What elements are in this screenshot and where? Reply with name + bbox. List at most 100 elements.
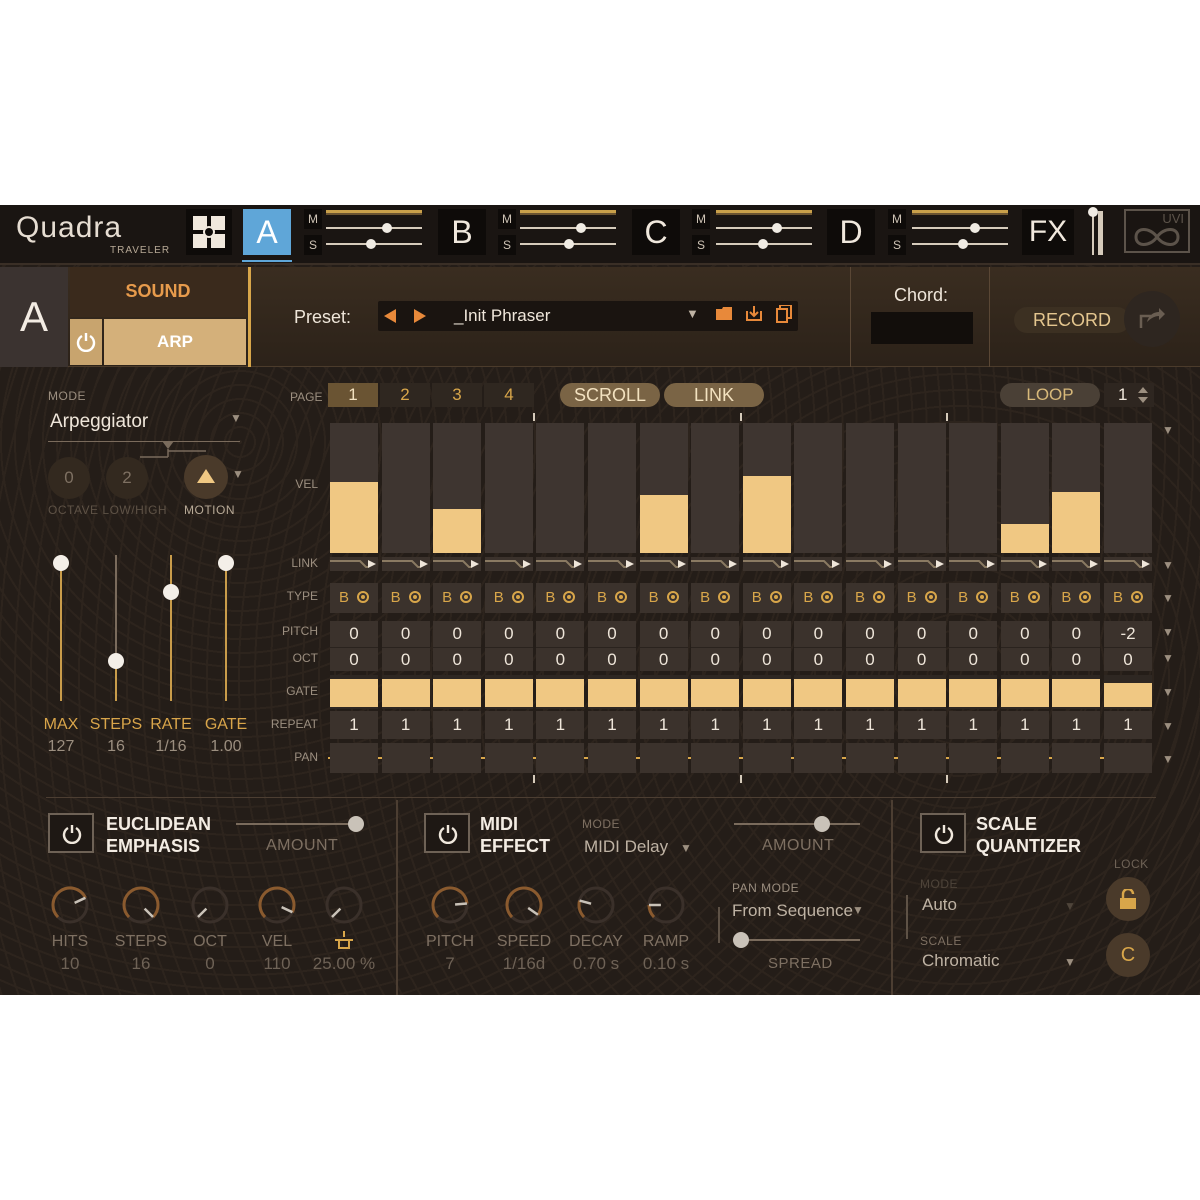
gate-step[interactable]	[536, 675, 585, 709]
midi-effect-knob-1[interactable]	[502, 883, 546, 927]
repeat-step[interactable]: 1	[639, 711, 688, 739]
type-step[interactable]: B	[588, 583, 636, 613]
pitch-step[interactable]: 0	[897, 621, 946, 647]
scroll-button[interactable]: SCROLL	[560, 383, 660, 407]
oct-step[interactable]: 0	[588, 647, 636, 671]
scale-dropdown[interactable]: Chromatic	[922, 951, 999, 971]
pitch-step[interactable]: 0	[639, 621, 688, 647]
part-d-button[interactable]: D	[827, 209, 875, 255]
part-b-pan-slider[interactable]	[520, 239, 616, 249]
part-a-solo-button[interactable]: S	[304, 235, 322, 255]
link-step[interactable]	[742, 557, 791, 571]
part-b-mute-button[interactable]: M	[498, 209, 516, 229]
velocity-step[interactable]	[846, 423, 894, 553]
repeat-step[interactable]: 1	[381, 711, 430, 739]
link-step[interactable]	[1000, 557, 1049, 571]
euclidean-knob-3[interactable]	[255, 883, 299, 927]
oct-step[interactable]: 0	[742, 647, 791, 671]
gate-step[interactable]	[742, 675, 791, 709]
pan-step[interactable]	[794, 743, 843, 773]
repeat-step[interactable]: 1	[846, 711, 894, 739]
link-step[interactable]	[484, 557, 533, 571]
pan-step[interactable]	[1000, 743, 1049, 773]
scale-mode-dropdown[interactable]: Auto	[922, 895, 957, 915]
gate-step[interactable]	[484, 675, 533, 709]
loop-value-stepper[interactable]: 1	[1104, 383, 1154, 407]
gate-step[interactable]	[381, 675, 430, 709]
oct-step[interactable]: 0	[1000, 647, 1049, 671]
oct-step[interactable]: 0	[1104, 647, 1152, 671]
octave-high-knob[interactable]: 2	[106, 457, 148, 499]
repeat-step[interactable]: 1	[1000, 711, 1049, 739]
page-2-button[interactable]: 2	[380, 383, 430, 407]
pitch-step[interactable]: 0	[433, 621, 482, 647]
gate-step[interactable]	[949, 675, 998, 709]
pitch-step[interactable]: 0	[1052, 621, 1101, 647]
part-d-mute-button[interactable]: M	[888, 209, 906, 229]
pan-step[interactable]	[433, 743, 482, 773]
part-a-volume-slider[interactable]	[326, 223, 422, 233]
mode-dropdown[interactable]: Arpeggiator	[50, 411, 148, 433]
type-step[interactable]: B	[330, 583, 378, 613]
link-step[interactable]	[949, 557, 998, 571]
fx-button[interactable]: FX	[1022, 209, 1074, 255]
midi-effect-power-button[interactable]	[424, 813, 470, 853]
key-button[interactable]: C	[1106, 933, 1150, 977]
pan-mode-dropdown[interactable]: From Sequence	[732, 901, 853, 921]
link-step[interactable]	[433, 557, 482, 571]
midi-effect-knob-2[interactable]	[574, 883, 618, 927]
pitch-step[interactable]: 0	[588, 621, 636, 647]
slider-handle[interactable]	[53, 555, 69, 571]
copy-icon[interactable]	[772, 304, 796, 327]
gate-step[interactable]	[1104, 675, 1152, 709]
type-step[interactable]: B	[484, 583, 533, 613]
page-3-button[interactable]: 3	[432, 383, 482, 407]
link-step[interactable]	[691, 557, 740, 571]
part-b-button[interactable]: B	[438, 209, 486, 255]
repeat-step[interactable]: 1	[794, 711, 843, 739]
page-1-button[interactable]: 1	[328, 383, 378, 407]
repeat-row-menu-icon[interactable]: ▼	[1162, 719, 1174, 733]
pitch-step[interactable]: 0	[794, 621, 843, 647]
pitch-step[interactable]: 0	[381, 621, 430, 647]
velocity-step[interactable]	[1000, 423, 1049, 553]
chevron-down-icon[interactable]: ▼	[686, 306, 699, 321]
master-volume-slider[interactable]	[1088, 207, 1108, 257]
preset-name-dropdown[interactable]: _Init Phraser	[454, 306, 550, 326]
type-step[interactable]: B	[949, 583, 998, 613]
chevron-down-icon[interactable]: ▼	[230, 411, 242, 425]
pitch-step[interactable]: 0	[1000, 621, 1049, 647]
scale-quantizer-power-button[interactable]	[920, 813, 966, 853]
velocity-step[interactable]	[588, 423, 636, 553]
pan-step[interactable]	[381, 743, 430, 773]
gate-step[interactable]	[433, 675, 482, 709]
euclidean-knob-1[interactable]	[119, 883, 163, 927]
tab-sound[interactable]: SOUND	[70, 267, 246, 317]
link-step[interactable]	[536, 557, 585, 571]
repeat-step[interactable]: 1	[897, 711, 946, 739]
record-button[interactable]: RECORD	[1014, 307, 1130, 333]
link-step[interactable]	[897, 557, 946, 571]
oct-step[interactable]: 0	[846, 647, 894, 671]
type-step[interactable]: B	[639, 583, 688, 613]
euclidean-knob-0[interactable]	[48, 883, 92, 927]
velocity-step[interactable]	[433, 423, 482, 553]
oct-step[interactable]: 0	[330, 647, 378, 671]
link-step[interactable]	[846, 557, 894, 571]
chevron-down-icon[interactable]: ▼	[232, 467, 244, 481]
repeat-step[interactable]: 1	[433, 711, 482, 739]
part-c-pan-slider[interactable]	[716, 239, 812, 249]
slider-handle[interactable]	[108, 653, 124, 669]
euclidean-amount-handle[interactable]	[348, 816, 364, 832]
link-step[interactable]	[639, 557, 688, 571]
pitch-step[interactable]: -2	[1104, 621, 1152, 647]
slider-rate[interactable]	[163, 555, 179, 701]
part-d-pan-slider[interactable]	[912, 239, 1008, 249]
pan-step[interactable]	[691, 743, 740, 773]
link-step[interactable]	[330, 557, 378, 571]
preset-prev-button[interactable]	[378, 301, 402, 331]
gate-step[interactable]	[1000, 675, 1049, 709]
part-c-button[interactable]: C	[632, 209, 680, 255]
repeat-step[interactable]: 1	[1104, 711, 1152, 739]
velocity-step[interactable]	[897, 423, 946, 553]
